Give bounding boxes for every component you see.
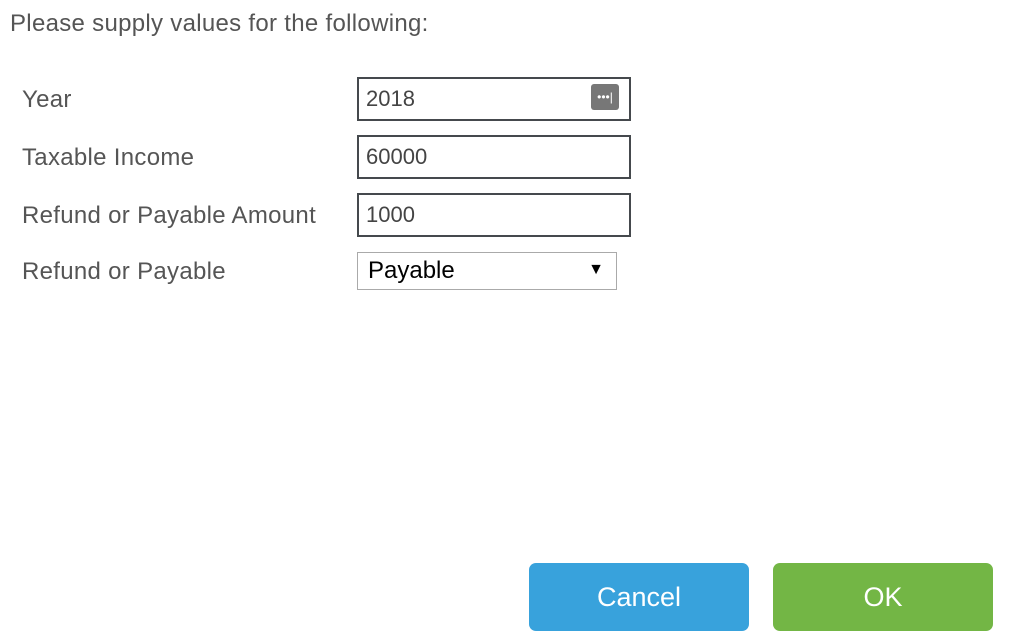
selected-value: Payable <box>368 257 455 284</box>
refund-or-payable-select[interactable]: Payable ▼ <box>357 252 617 290</box>
year-label: Year <box>22 86 72 113</box>
taxable-income-label: Taxable Income <box>22 144 195 171</box>
taxable-income-input[interactable] <box>359 137 586 177</box>
taxable-income-field[interactable] <box>357 135 631 179</box>
ok-button[interactable]: OK <box>773 563 993 631</box>
amount-input[interactable] <box>359 195 586 235</box>
amount-label: Refund or Payable Amount <box>22 202 317 229</box>
ellipsis-picker-icon[interactable]: •••| <box>591 84 619 110</box>
dialog-prompt: Please supply values for the following: <box>10 10 429 37</box>
dropdown-arrow-icon: ▼ <box>588 261 604 278</box>
amount-field[interactable] <box>357 193 631 237</box>
refund-or-payable-label: Refund or Payable <box>22 258 226 285</box>
year-field[interactable]: •••| <box>357 77 631 121</box>
year-input[interactable] <box>359 79 586 119</box>
cancel-button[interactable]: Cancel <box>529 563 749 631</box>
